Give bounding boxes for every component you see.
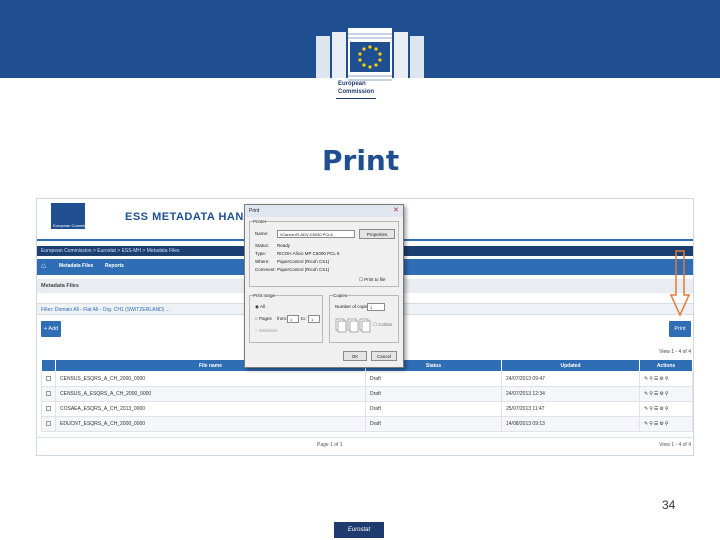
comment-value: PaperControl (Ricoh CS1) xyxy=(277,267,330,272)
to-label: to: xyxy=(301,316,307,321)
print-to-file-checkbox[interactable]: ☐ Print to file xyxy=(359,277,386,283)
metadata-files-table: File name Status Updated Actions CENSUS_… xyxy=(41,359,693,432)
collate-icon xyxy=(335,318,371,333)
updated-cell: 24/07/2013 09:47 xyxy=(501,371,640,387)
dialog-title: Print xyxy=(245,205,403,217)
home-icon[interactable]: ⌂ xyxy=(41,261,46,270)
updated-cell: 14/08/2013 09:13 xyxy=(501,416,640,432)
down-arrow-icon xyxy=(669,250,691,317)
slide-title: Print xyxy=(322,144,400,177)
collate-checkbox[interactable]: ☐ Collate xyxy=(373,322,392,328)
actions-cell[interactable]: ✎⚲☰⚙⚲ xyxy=(639,386,693,402)
table-row[interactable]: CENSUS_ESQRS_A_CH_2000_0000 Draft 24/07/… xyxy=(41,371,693,387)
cancel-button[interactable]: Cancel xyxy=(371,351,397,361)
add-button[interactable]: + Add xyxy=(41,321,61,337)
status-cell: Draft xyxy=(365,416,502,432)
from-label: from: xyxy=(277,316,288,321)
nav-item-metadata-files[interactable]: Metadata Files xyxy=(59,263,93,269)
row-checkbox[interactable] xyxy=(41,416,56,432)
status-label: Status: xyxy=(255,243,270,248)
col-select xyxy=(41,359,56,372)
status-cell: Draft xyxy=(365,401,502,417)
app-logo-caption: European Commission xyxy=(53,223,94,228)
nav-item-reports[interactable]: Reports xyxy=(105,263,124,269)
status-value: Ready xyxy=(277,243,291,248)
to-input[interactable]: 1 xyxy=(308,315,320,323)
file-name-cell[interactable]: COSAEA_ESQRS_A_CH_2013_0000 xyxy=(55,401,366,417)
file-name-cell[interactable]: EDUCNT_ESQRS_A_CH_2000_0000 xyxy=(55,416,366,432)
copies-group-label: Copies xyxy=(333,293,348,298)
type-label: Type: xyxy=(255,251,267,256)
table-row[interactable]: CENSUS_A_ESQRS_A_CH_2000_0000 Draft 24/0… xyxy=(41,386,693,402)
actions-cell[interactable]: ✎⚲☰⚙⚲ xyxy=(639,416,693,432)
print-dialog: Print ✕ Printer Name: \\Canon-iR-ADV-C50… xyxy=(244,204,404,368)
row-checkbox[interactable] xyxy=(41,371,56,387)
col-updated[interactable]: Updated xyxy=(501,359,640,372)
org-name: European Commission xyxy=(338,81,375,95)
type-value: RICOH Aficio MP C5000 PCL 6 xyxy=(277,251,340,256)
comment-label: Comment: xyxy=(255,267,276,272)
printer-group-label: Printer xyxy=(253,219,267,224)
ok-button[interactable]: OK xyxy=(343,351,367,361)
page-indicator[interactable]: Page 1 of 1 xyxy=(317,442,343,448)
range-pages-radio[interactable]: ○ Pages xyxy=(255,316,272,321)
row-checkbox[interactable] xyxy=(41,401,56,417)
updated-cell: 24/07/2013 12:34 xyxy=(501,386,640,402)
print-button[interactable]: Print xyxy=(669,321,691,337)
table-row[interactable]: EDUCNT_ESQRS_A_CH_2000_0000 Draft 14/08/… xyxy=(41,416,693,432)
from-input[interactable]: 1 xyxy=(287,315,299,323)
where-value: PaperControl (Ricoh CS1) xyxy=(277,259,330,264)
where-label: Where: xyxy=(255,259,270,264)
status-cell: Draft xyxy=(365,386,502,402)
range-selection-radio[interactable]: ○ Selection xyxy=(255,328,277,333)
actions-cell[interactable]: ✎⚲☰⚙⚲ xyxy=(639,371,693,387)
updated-cell: 25/07/2013 11:47 xyxy=(501,401,640,417)
page-number: 34 xyxy=(662,498,676,512)
view-info-top: View 1 - 4 of 4 xyxy=(659,349,691,355)
actions-cell[interactable]: ✎⚲☰⚙⚲ xyxy=(639,401,693,417)
status-cell: Draft xyxy=(365,371,502,387)
properties-button[interactable]: Properties xyxy=(359,229,395,239)
file-name-cell[interactable]: CENSUS_ESQRS_A_CH_2000_0000 xyxy=(55,371,366,387)
print-range-label: Print range xyxy=(253,293,276,298)
name-label: Name: xyxy=(255,231,269,236)
org-underline xyxy=(336,98,376,99)
col-actions: Actions xyxy=(639,359,693,372)
copies-input[interactable]: 1 xyxy=(367,303,385,311)
printer-select[interactable]: \\Canon-iR-ADV-C5030 PCL6 xyxy=(277,230,355,238)
close-icon[interactable]: ✕ xyxy=(393,206,399,214)
view-info-bottom: View 1 - 4 of 4 xyxy=(659,442,691,448)
table-row[interactable]: COSAEA_ESQRS_A_CH_2013_0000 Draft 25/07/… xyxy=(41,401,693,417)
file-name-cell[interactable]: CENSUS_A_ESQRS_A_CH_2000_0000 xyxy=(55,386,366,402)
row-checkbox[interactable] xyxy=(41,386,56,402)
pager-bottom: Page 1 of 1 View 1 - 4 of 4 xyxy=(37,437,693,451)
eurostat-badge: Eurostat xyxy=(334,522,384,538)
range-all-radio[interactable]: ◉ All xyxy=(255,304,265,310)
